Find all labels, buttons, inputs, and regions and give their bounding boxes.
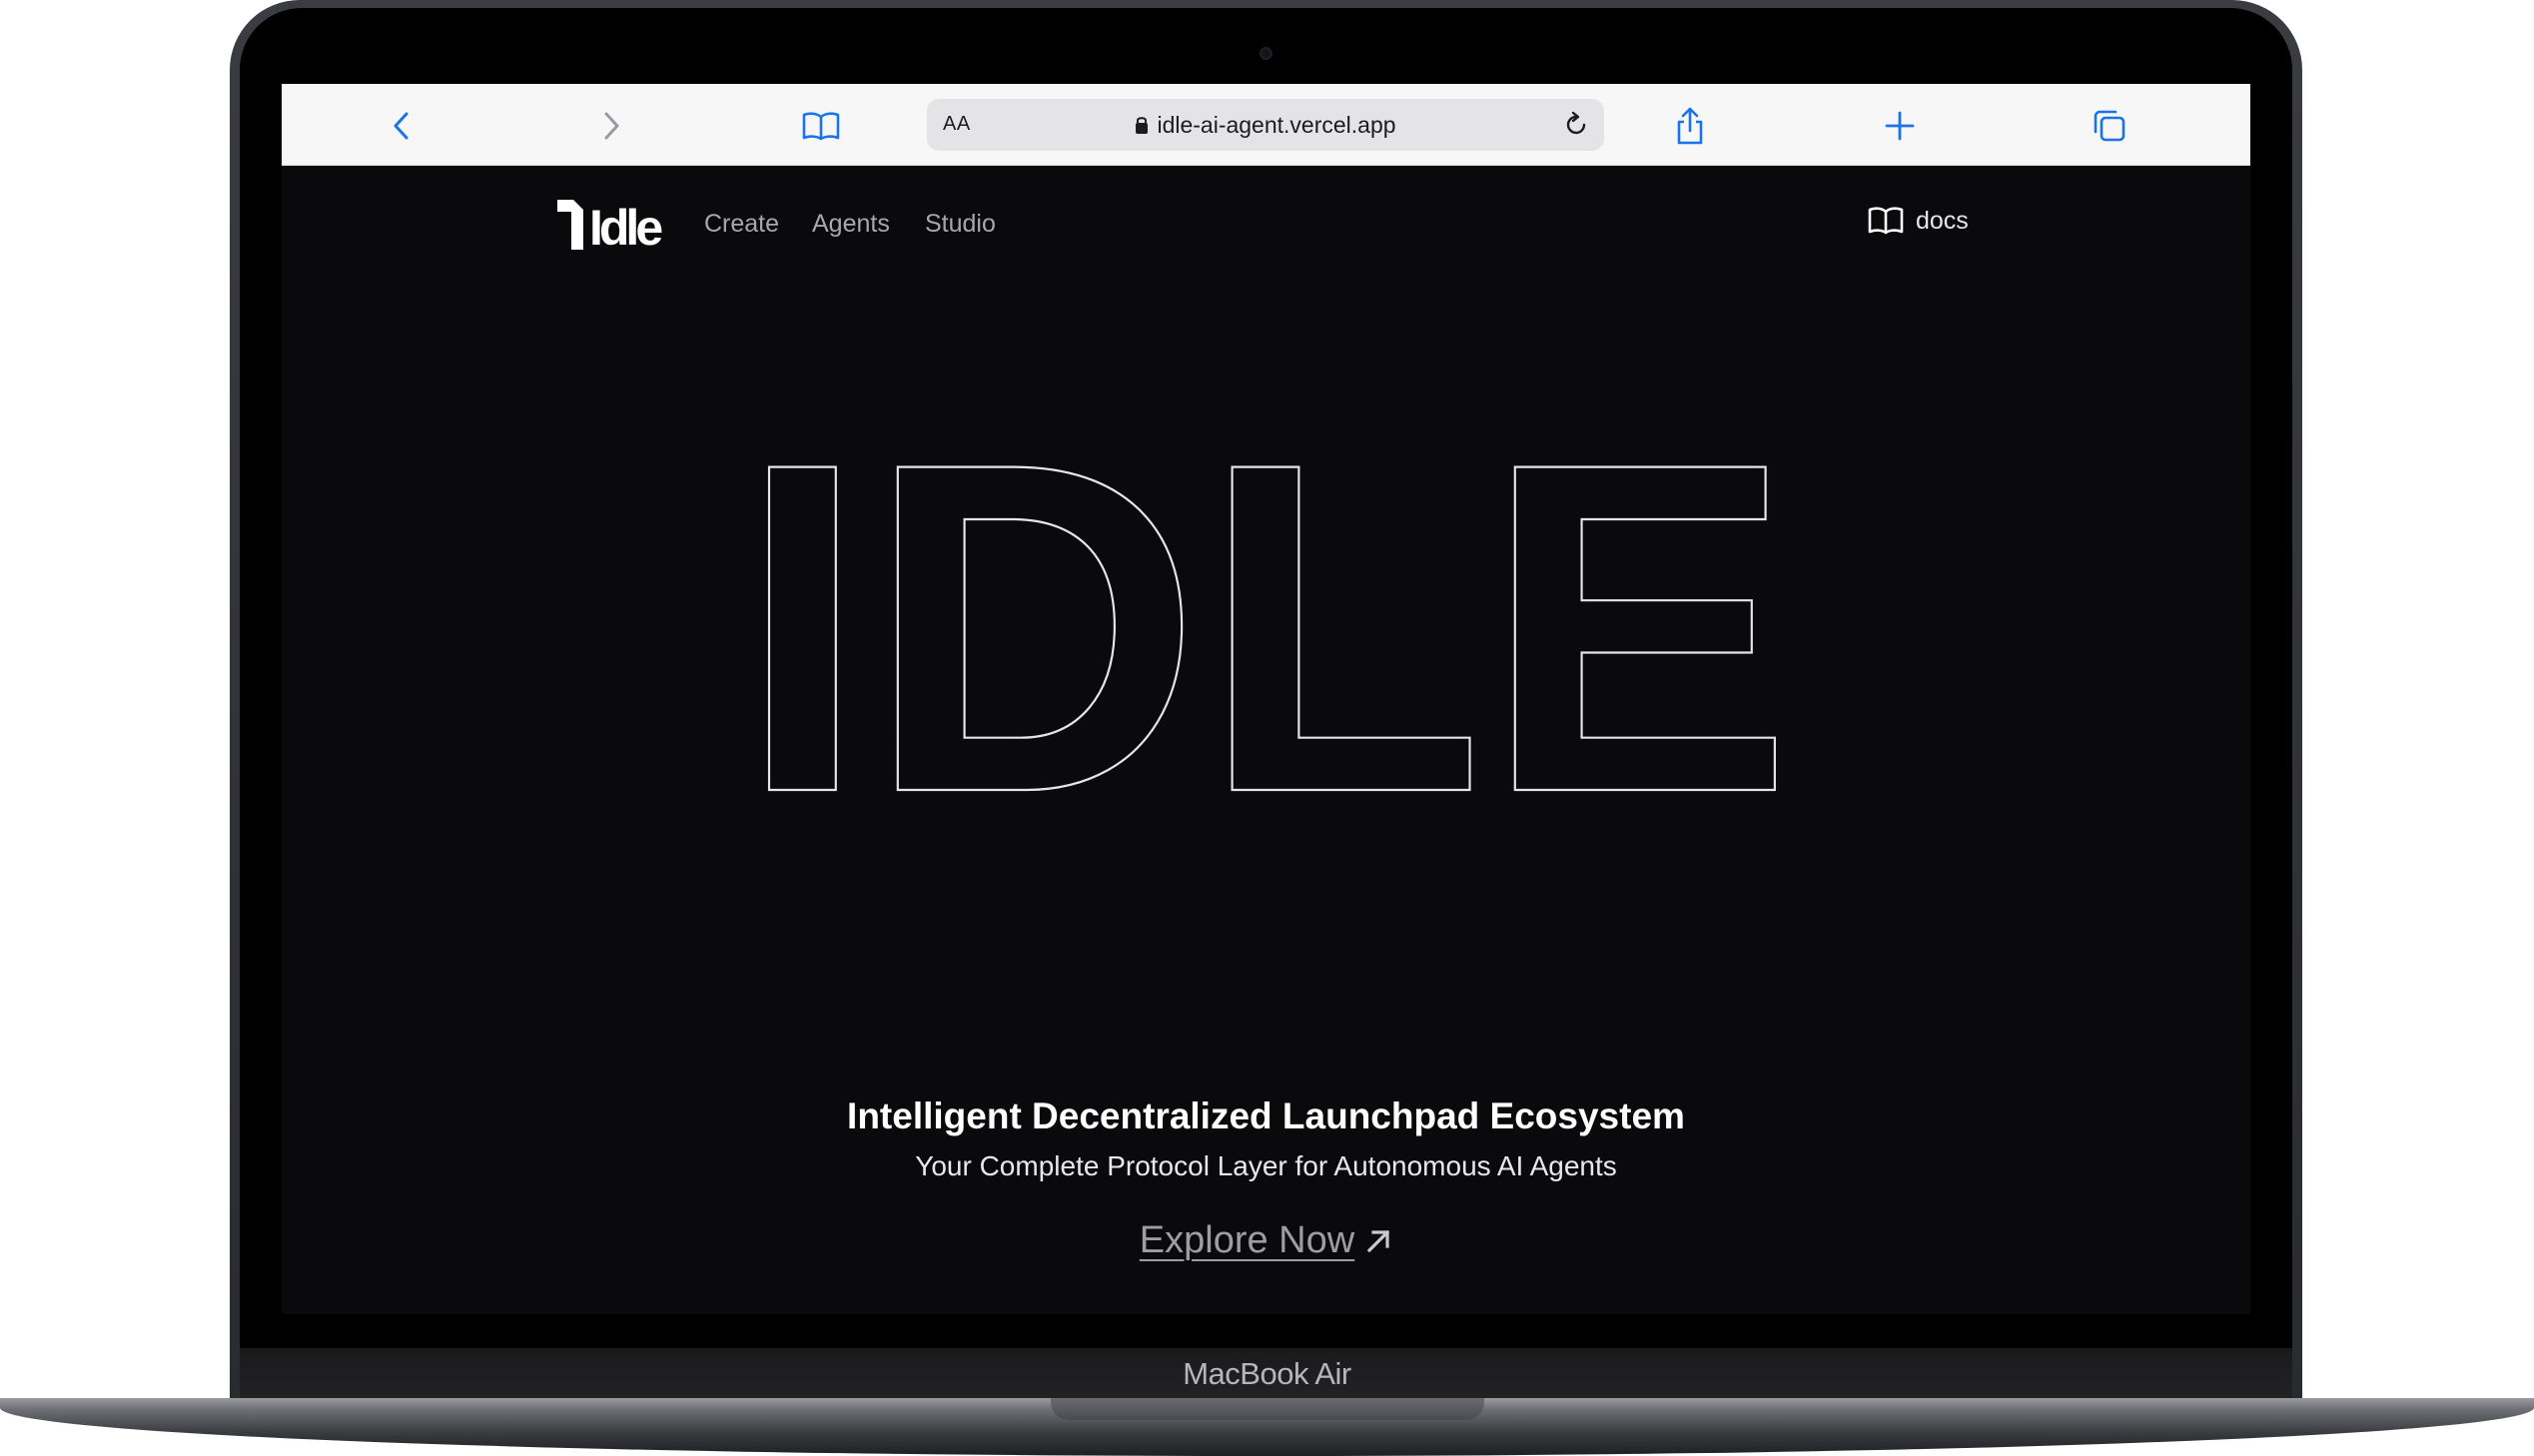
chevron-right-icon [604,112,619,140]
chevron-left-icon [394,112,409,140]
share-button[interactable] [1668,104,1712,148]
share-icon [1677,107,1703,145]
reload-button[interactable] [1558,107,1594,143]
explore-now-link[interactable]: Explore Now [1140,1219,1392,1262]
explore-cta-row: Explore Now [282,1219,2250,1262]
address-bar[interactable]: AA idle-ai-agent.vercel.app [927,99,1604,151]
screen: AA idle-ai-agent.vercel.app Idle Create … [282,84,2250,1314]
hero-outline-word: IDLE [737,453,1794,803]
bookmarks-button[interactable] [799,104,843,148]
back-button[interactable] [380,104,423,148]
device-label: MacBook Air [1183,1356,1351,1391]
forward-button[interactable] [589,104,633,148]
tabs-overview-button[interactable] [2088,104,2131,148]
laptop-hinge-notch [1051,1398,1484,1420]
site-logo[interactable]: Idle [557,200,663,256]
explore-now-label: Explore Now [1139,1219,1355,1261]
lock-icon [1136,117,1149,134]
arrow-up-right-icon [1366,1229,1390,1252]
browser-toolbar: AA idle-ai-agent.vercel.app [282,84,2250,166]
url-text: idle-ai-agent.vercel.app [1157,112,1396,138]
url-display[interactable]: idle-ai-agent.vercel.app [927,112,1604,139]
docs-label: docs [1916,206,1969,235]
hero-title: Intelligent Decentralized Launchpad Ecos… [847,1095,1685,1136]
new-tab-button[interactable] [1878,104,1922,148]
hero-outline-text: IDLE [738,453,1793,803]
nav-studio[interactable]: Studio [925,210,996,239]
reload-icon [1566,111,1586,135]
tabs-icon [2094,110,2125,142]
nav-agents[interactable]: Agents [812,210,890,239]
logo-text: Idle [589,200,663,256]
hero-subtitle: Your Complete Protocol Layer for Autonom… [915,1150,1617,1181]
nav-create[interactable]: Create [704,210,779,239]
logo-mark-icon [557,200,583,250]
docs-link[interactable]: docs [1868,206,1969,236]
book-icon [802,112,840,141]
plus-icon [1885,111,1915,141]
camera-icon [1260,47,1272,60]
book-icon [1868,207,1904,235]
